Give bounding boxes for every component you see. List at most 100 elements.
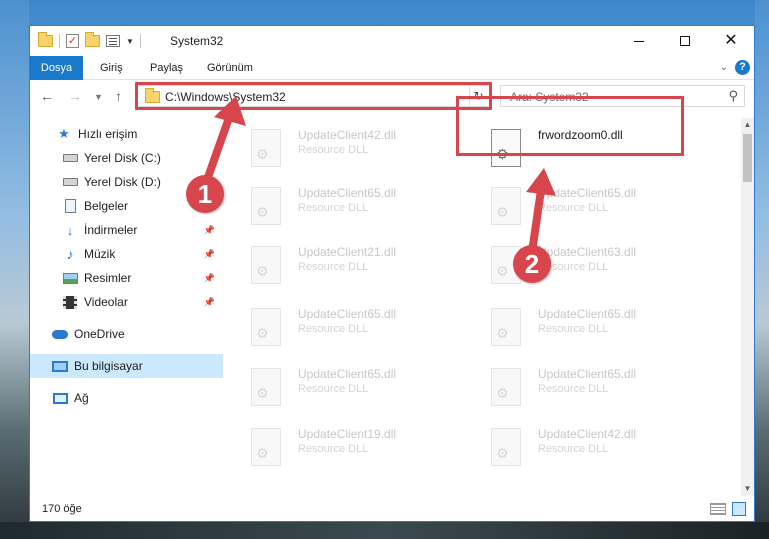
sidebar-item-music[interactable]: ♪ Müzik 📌 xyxy=(30,242,223,266)
desktop-background-left xyxy=(0,0,29,539)
folder-icon[interactable] xyxy=(38,32,53,47)
properties-icon[interactable] xyxy=(106,35,120,47)
dll-file-icon xyxy=(251,246,281,284)
file-name: UpdateClient65.dll xyxy=(538,367,637,381)
file-type: Resource DLL xyxy=(538,202,609,214)
tab-giris[interactable]: Giriş xyxy=(100,56,123,80)
sidebar-item-this-pc[interactable]: Bu bilgisayar xyxy=(30,354,223,378)
file-item[interactable]: UpdateClient65.dll Resource DLL xyxy=(469,362,699,412)
sidebar-item-label: Ağ xyxy=(74,391,89,405)
sidebar-item-label: Videolar xyxy=(84,295,128,309)
pictures-icon xyxy=(62,271,78,285)
document-icon xyxy=(62,199,78,213)
sidebar-item-disk-c[interactable]: Yerel Disk (C:) xyxy=(30,146,223,170)
file-name: UpdateClient65.dll xyxy=(298,367,397,381)
help-icon[interactable]: ? xyxy=(735,60,750,75)
file-type: Resource DLL xyxy=(298,144,369,156)
pin-icon[interactable]: 📌 xyxy=(204,225,215,236)
ribbon-tabs: Dosya Giriş Paylaş Görünüm ⌄ ? xyxy=(30,56,754,80)
checkmark-icon[interactable]: ✓ xyxy=(66,34,79,48)
sidebar-item-network[interactable]: Ağ xyxy=(30,386,223,410)
dll-file-icon xyxy=(491,368,521,406)
file-item[interactable]: UpdateClient19.dll Resource DLL xyxy=(229,422,459,472)
vertical-scrollbar[interactable]: ▲ ▼ xyxy=(741,118,754,496)
desktop-background-right xyxy=(755,0,769,539)
file-item[interactable]: UpdateClient42.dll Resource DLL xyxy=(469,422,699,472)
toolbar-separator xyxy=(139,34,141,48)
music-icon: ♪ xyxy=(66,246,74,262)
maximize-icon xyxy=(680,36,690,46)
disk-icon xyxy=(62,175,78,189)
tab-paylas[interactable]: Paylaş xyxy=(150,56,183,80)
pin-icon[interactable]: 📌 xyxy=(204,297,215,308)
sidebar-item-label: Yerel Disk (C:) xyxy=(84,151,161,165)
scroll-down-icon[interactable]: ▼ xyxy=(741,482,754,496)
address-highlight-box xyxy=(135,82,492,110)
toolbar-separator xyxy=(59,34,60,48)
chevron-down-icon[interactable]: ▼ xyxy=(126,37,134,46)
sidebar-item-label: OneDrive xyxy=(74,327,125,341)
dll-file-icon xyxy=(251,129,281,167)
title-bar: ✓ ▼ System32 ✕ xyxy=(30,26,754,56)
file-item[interactable]: UpdateClient63.dll Resource DLL xyxy=(469,240,699,290)
details-view-icon[interactable] xyxy=(710,503,726,515)
scrollbar-thumb[interactable] xyxy=(743,134,752,182)
window-controls: ✕ xyxy=(616,26,754,56)
download-icon: ↓ xyxy=(66,222,74,238)
file-type: Resource DLL xyxy=(298,323,369,335)
new-folder-icon[interactable] xyxy=(85,32,100,47)
file-type: Resource DLL xyxy=(538,323,609,335)
file-name: UpdateClient42.dll xyxy=(538,427,637,441)
disk-icon xyxy=(62,151,78,165)
file-item[interactable]: UpdateClient65.dll Resource DLL xyxy=(229,181,459,231)
file-item[interactable]: UpdateClient42.dll Resource DLL xyxy=(229,123,459,173)
pin-icon[interactable]: 📌 xyxy=(204,249,215,260)
file-type: Resource DLL xyxy=(538,443,609,455)
tab-dosya[interactable]: Dosya xyxy=(30,56,83,80)
maximize-button[interactable] xyxy=(662,26,708,56)
scroll-up-icon[interactable]: ▲ xyxy=(741,118,754,132)
dll-file-icon xyxy=(491,428,521,466)
up-arrow-icon[interactable]: ↑ xyxy=(115,88,122,104)
file-item[interactable]: UpdateClient65.dll Resource DLL xyxy=(469,302,699,352)
file-name: UpdateClient19.dll xyxy=(298,427,397,441)
tab-gorunum[interactable]: Görünüm xyxy=(207,56,253,80)
sidebar-item-quick-access[interactable]: ★ Hızlı erişim xyxy=(30,122,223,146)
file-item[interactable]: UpdateClient65.dll Resource DLL xyxy=(469,181,699,231)
recent-locations-icon[interactable]: ▼ xyxy=(94,92,103,102)
sidebar-item-label: İndirmeler xyxy=(84,223,138,237)
file-item[interactable]: UpdateClient21.dll Resource DLL xyxy=(229,240,459,290)
dll-file-icon xyxy=(251,187,281,225)
close-icon: ✕ xyxy=(724,32,738,49)
file-type: Resource DLL xyxy=(298,443,369,455)
sidebar-item-label: Belgeler xyxy=(84,199,129,213)
file-highlight-box xyxy=(456,96,684,156)
file-item[interactable]: UpdateClient65.dll Resource DLL xyxy=(229,302,459,352)
sidebar-item-label: Hızlı erişim xyxy=(78,127,138,141)
sidebar-item-pictures[interactable]: Resimler 📌 xyxy=(30,266,223,290)
sidebar-item-videos[interactable]: Videolar 📌 xyxy=(30,290,223,314)
network-icon xyxy=(52,391,68,405)
close-button[interactable]: ✕ xyxy=(708,26,754,56)
sidebar-item-onedrive[interactable]: OneDrive xyxy=(30,322,223,346)
back-arrow-icon[interactable]: ← xyxy=(40,88,54,104)
window-title: System32 xyxy=(170,34,224,48)
search-icon[interactable]: ⚲ xyxy=(728,88,738,104)
minimize-button[interactable] xyxy=(616,26,662,56)
file-type: Resource DLL xyxy=(298,202,369,214)
forward-arrow-icon[interactable]: → xyxy=(68,88,82,104)
file-name: UpdateClient42.dll xyxy=(298,128,397,142)
pin-icon[interactable]: 📌 xyxy=(204,273,215,284)
large-icons-view-icon[interactable] xyxy=(732,502,746,516)
sidebar-item-label: Yerel Disk (D:) xyxy=(84,175,161,189)
sidebar-item-label: Bu bilgisayar xyxy=(74,359,143,373)
dll-file-icon xyxy=(251,368,281,406)
file-name: UpdateClient21.dll xyxy=(298,245,397,259)
file-type: Resource DLL xyxy=(298,383,369,395)
dll-file-icon xyxy=(251,308,281,346)
ribbon-expand-icon[interactable]: ⌄ xyxy=(720,62,728,73)
sidebar-item-downloads[interactable]: ↓ İndirmeler 📌 xyxy=(30,218,223,242)
file-name: UpdateClient63.dll xyxy=(538,245,637,259)
file-item[interactable]: UpdateClient65.dll Resource DLL xyxy=(229,362,459,412)
file-name: UpdateClient65.dll xyxy=(538,307,637,321)
